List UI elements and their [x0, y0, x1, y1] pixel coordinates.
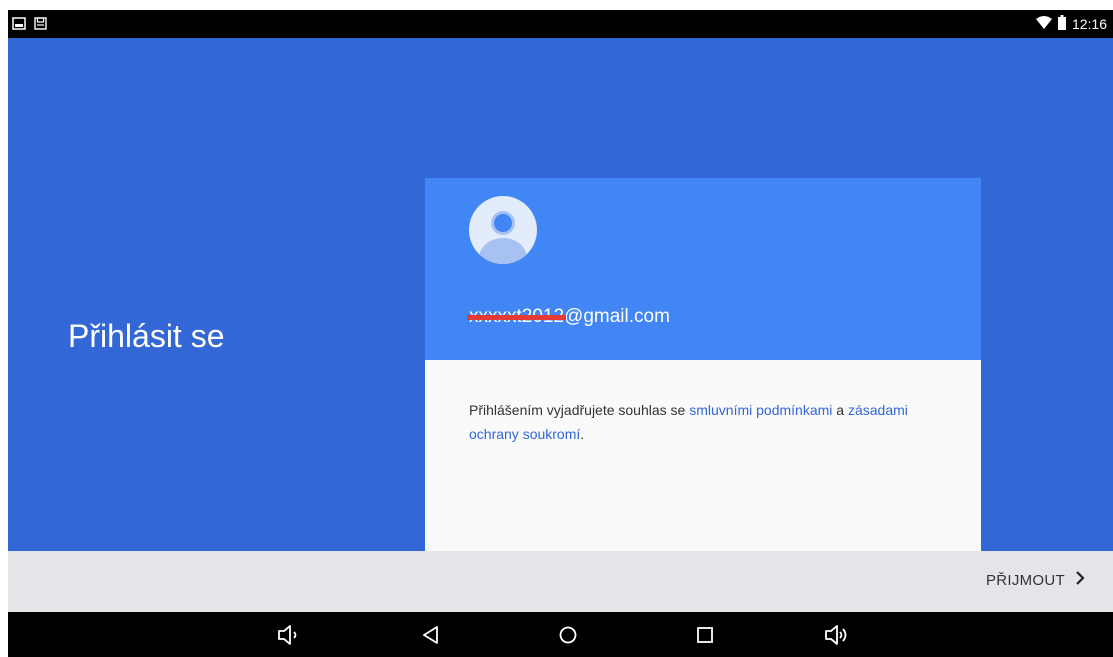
redacted-username: xxxxxt2012: [469, 306, 565, 327]
screen: 12:16 Přihlásit se xxxxxt2012@gmail.com …: [8, 10, 1113, 657]
home-icon: [559, 626, 577, 644]
accept-button[interactable]: PŘIJMOUT: [986, 571, 1085, 589]
status-notifications: [12, 17, 47, 35]
account-header: xxxxxt2012@gmail.com: [425, 178, 981, 360]
page-title: Přihlásit se: [68, 318, 225, 354]
back-button[interactable]: [418, 622, 444, 648]
terms-of-service-link[interactable]: smluvními podmínkami: [689, 402, 832, 418]
email-domain: @gmail.com: [564, 306, 670, 327]
volume-down-button[interactable]: [276, 622, 302, 648]
terms-middle: a: [832, 402, 848, 418]
save-icon: [34, 17, 47, 35]
account-circle-icon: [469, 196, 537, 264]
accept-label: PŘIJMOUT: [985, 571, 1065, 589]
battery-icon: [1057, 15, 1066, 33]
recents-button[interactable]: [692, 622, 718, 648]
volume-up-icon: [825, 625, 847, 645]
signin-content: Přihlásit se xxxxxt2012@gmail.com Přihlá…: [8, 38, 1113, 551]
terms-text: Přihlášením vyjadřujete souhlas se smluv…: [469, 398, 949, 446]
action-bar: PŘIJMOUT: [8, 551, 1113, 612]
status-system: 12:16: [1035, 15, 1107, 33]
chevron-right-icon: [1075, 571, 1085, 589]
terms-prefix: Přihlášením vyjadřujete souhlas se: [469, 402, 690, 418]
account-card: xxxxxt2012@gmail.com Přihlášením vyjadřu…: [425, 178, 981, 551]
back-icon: [423, 626, 438, 644]
wifi-icon: [1035, 15, 1052, 33]
device-frame: 12:16 Přihlásit se xxxxxt2012@gmail.com …: [0, 0, 1113, 657]
account-email: xxxxxt2012@gmail.com: [469, 306, 670, 328]
status-bar: 12:16: [8, 10, 1113, 38]
terms-suffix: .: [580, 426, 585, 442]
status-time: 12:16: [1071, 16, 1107, 32]
navigation-bar: [8, 612, 1113, 657]
volume-up-button[interactable]: [824, 622, 850, 648]
volume-down-icon: [278, 625, 297, 645]
avatar: [469, 196, 537, 264]
image-icon: [12, 17, 26, 35]
recents-icon: [697, 627, 713, 643]
home-button[interactable]: [555, 622, 581, 648]
